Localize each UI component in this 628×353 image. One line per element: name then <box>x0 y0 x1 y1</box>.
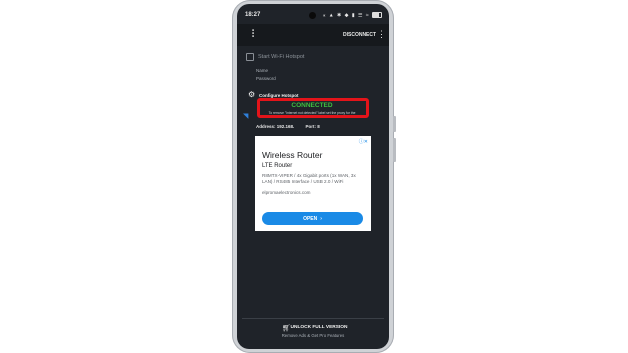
app-bar: ⫶ DISCONNECT ⋮ <box>237 24 389 46</box>
power-button <box>393 116 396 132</box>
start-hotspot-label: Start Wi-Fi Hotspot <box>258 54 305 60</box>
wifi-icon: ◥ <box>243 113 249 120</box>
address-value: Address: 192.168. <box>256 124 295 129</box>
status-icons: ⁎ ▲ ✱ ◆ ▮ ☰ ≈ <box>323 12 382 18</box>
ad-banner[interactable]: ⓘ✕ Wireless Router LTE Router R8MTX-VIPE… <box>255 136 371 231</box>
unlock-subtitle: Remove Ads & Get Pro Features <box>281 333 345 338</box>
ad-subtitle: LTE Router <box>262 163 293 169</box>
phone-screen: 18:27 ⁎ ▲ ✱ ◆ ▮ ☰ ≈ ⫶ DISCONNECT ⋮ Start… <box>237 4 389 349</box>
highlight-box <box>257 98 369 118</box>
port-value: Port: 8 <box>305 124 320 129</box>
adchoices-icon[interactable]: ⓘ✕ <box>359 138 368 145</box>
ad-open-button[interactable]: OPEN › <box>262 212 363 225</box>
unlock-full-version-label: UNLOCK FULL VERSION <box>290 325 348 330</box>
tether-logo-icon: ⫶ <box>251 29 255 40</box>
more-options-icon[interactable]: ⋮ <box>377 29 386 39</box>
volume-button <box>393 138 396 162</box>
unlock-bar[interactable]: 🛒︎ UNLOCK FULL VERSION Remove Ads & Get … <box>242 318 384 348</box>
status-time: 18:27 <box>245 12 261 18</box>
hotspot-password-label: Password <box>256 76 276 81</box>
ad-domain: elpromaelectronics.com <box>262 190 311 195</box>
ad-description: R8MTX-VIPER / 4x Gigabit ports (1x WAN, … <box>262 173 356 184</box>
address-row: Address: 192.168. Port: 8 <box>256 124 330 129</box>
camera-punch-hole <box>309 12 316 19</box>
ad-open-label: OPEN <box>303 215 318 222</box>
hotspot-name-label: Name <box>256 68 269 73</box>
ad-title: Wireless Router <box>262 150 323 160</box>
disconnect-button[interactable]: DISCONNECT <box>343 32 376 38</box>
status-indicators: ⁎ ▲ ✱ ◆ ▮ ☰ ≈ <box>322 12 370 19</box>
configure-hotspot-label: Configure Hotspot <box>259 92 299 98</box>
status-bar: 18:27 ⁎ ▲ ✱ ◆ ▮ ☰ ≈ <box>237 4 389 20</box>
chevron-right-icon: › <box>320 215 322 222</box>
start-hotspot-checkbox[interactable] <box>246 53 254 61</box>
battery-icon <box>372 12 382 18</box>
start-hotspot-row[interactable]: Start Wi-Fi Hotspot <box>246 53 304 61</box>
gear-icon: ⚙ <box>248 90 256 99</box>
